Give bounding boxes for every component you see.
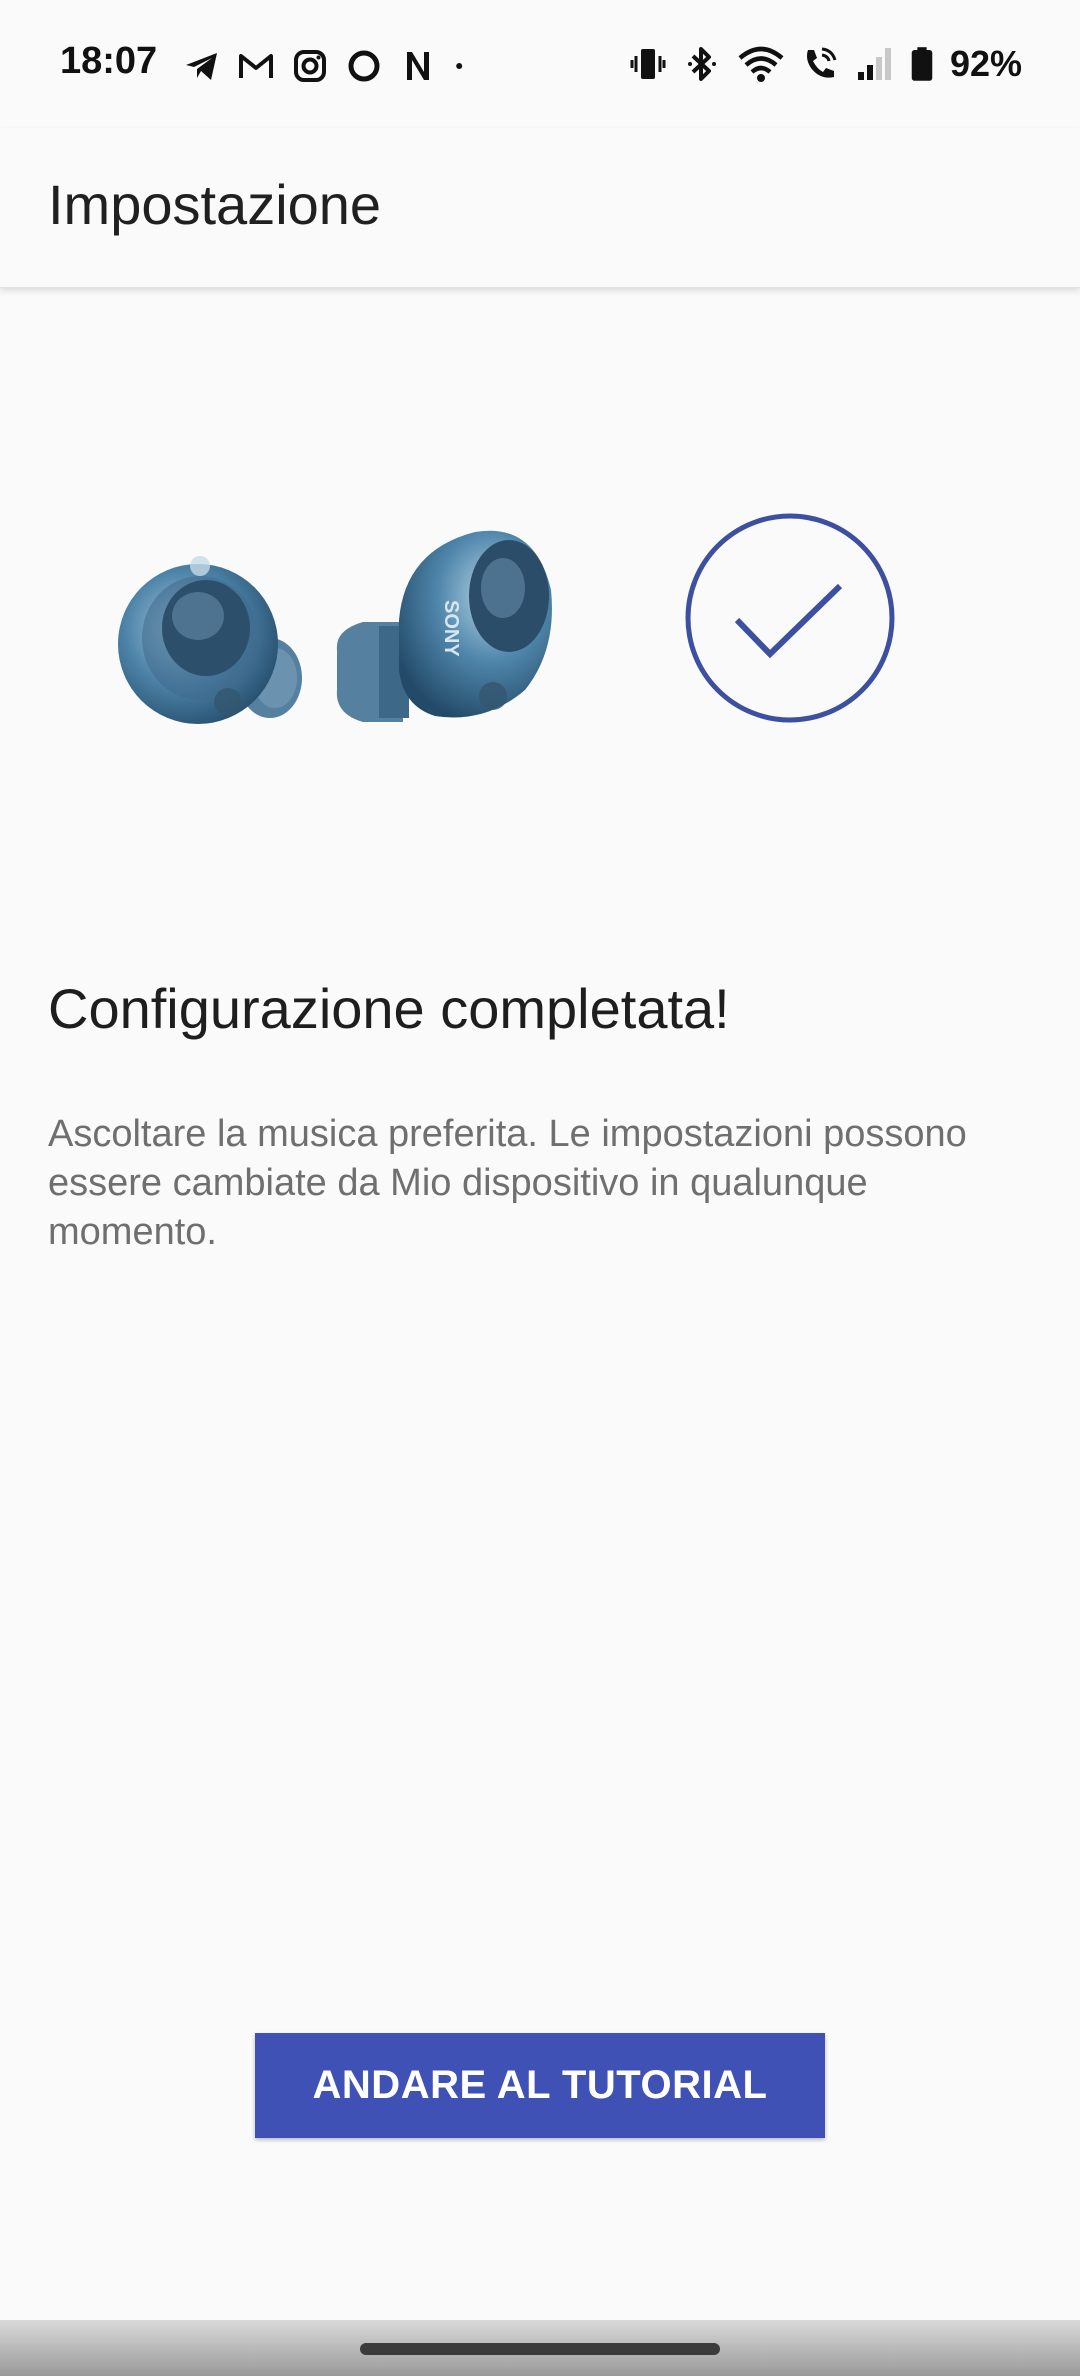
status-time: 18:07	[60, 40, 158, 82]
earbud-left-image	[118, 556, 302, 724]
completion-description: Ascoltare la musica preferita. Le impost…	[48, 1113, 967, 1253]
status-bar: 18:07 92%	[0, 0, 1080, 128]
go-to-tutorial-button[interactable]: ANDARE AL TUTORIAL	[255, 2033, 825, 2138]
wifi-call-icon	[806, 47, 837, 78]
circle-app-icon	[348, 50, 380, 82]
dot-icon	[456, 63, 463, 69]
system-icons: 92%	[628, 40, 1022, 88]
notification-icons	[182, 44, 476, 88]
check-circle-icon	[685, 513, 895, 723]
gesture-handle[interactable]	[360, 2343, 720, 2355]
gmail-icon	[239, 54, 273, 78]
app-bar: Impostazione	[0, 128, 1080, 288]
wifi-icon	[738, 46, 784, 82]
battery-percent: 92%	[949, 43, 1022, 84]
instagram-icon	[294, 50, 326, 82]
sony-brand-text: SONY	[440, 600, 462, 657]
setup-illustration: SONY	[110, 510, 990, 750]
vibrate-icon	[630, 49, 666, 79]
completion-headline: Configurazione completata!	[48, 977, 730, 1040]
telegram-icon	[186, 53, 217, 80]
page-title: Impostazione	[48, 173, 382, 236]
netflix-icon	[407, 52, 429, 80]
battery-icon	[911, 47, 933, 81]
bluetooth-icon	[687, 47, 716, 81]
signal-icon	[857, 48, 891, 80]
earbud-right-image: SONY	[336, 530, 552, 722]
